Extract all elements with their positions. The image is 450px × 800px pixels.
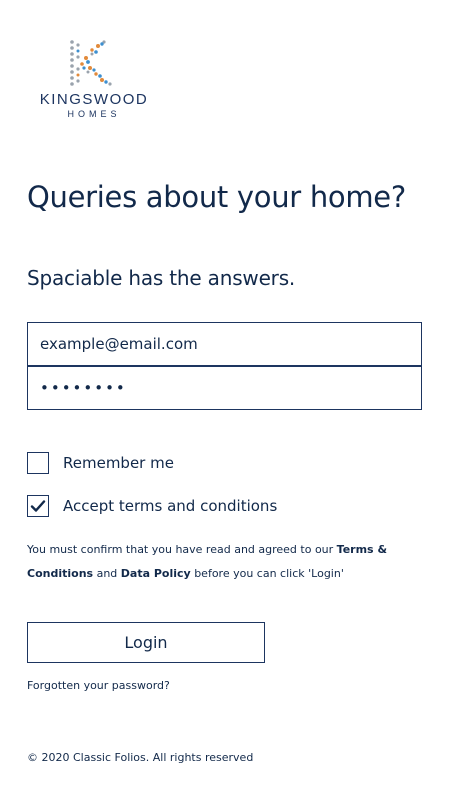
notice-suffix: before you can click 'Login' — [190, 567, 344, 580]
notice-prefix: You must confirm that you have read and … — [27, 543, 337, 556]
password-field[interactable] — [27, 366, 422, 410]
login-button[interactable]: Login — [27, 622, 265, 663]
forgot-password-link[interactable]: Forgotten your password? — [27, 679, 170, 692]
kingswood-dots-k-icon — [70, 40, 112, 86]
accept-terms-row[interactable]: Accept terms and conditions — [27, 494, 277, 518]
email-field[interactable] — [27, 322, 422, 366]
accept-terms-checkbox[interactable] — [27, 495, 49, 517]
notice-middle: and — [93, 567, 121, 580]
page-headline: Queries about your home? — [27, 180, 406, 214]
brand-sub: HOMES — [67, 109, 121, 119]
brand-logo: KINGSWOOD HOMES — [28, 38, 160, 122]
accept-terms-label[interactable]: Accept terms and conditions — [63, 497, 277, 515]
data-policy-link[interactable]: Data Policy — [121, 567, 191, 580]
page-subheadline: Spaciable has the answers. — [27, 266, 296, 290]
checkmark-icon — [30, 500, 46, 512]
remember-me-checkbox[interactable] — [27, 452, 49, 474]
terms-notice: You must confirm that you have read and … — [27, 538, 427, 586]
remember-me-label[interactable]: Remember me — [63, 454, 174, 472]
brand-name: KINGSWOOD — [39, 91, 149, 108]
copyright-footer: © 2020 Classic Folios. All rights reserv… — [27, 751, 254, 764]
remember-me-row[interactable]: Remember me — [27, 451, 174, 475]
